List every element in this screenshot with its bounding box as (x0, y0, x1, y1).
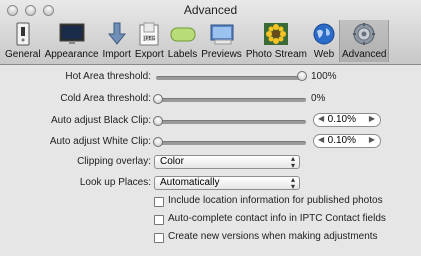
photo-stream-icon (263, 21, 289, 47)
include-location-checkbox[interactable] (154, 197, 164, 207)
export-document-icon: JPEG (136, 21, 162, 47)
tab-label: Advanced (341, 49, 387, 60)
black-clip-slider-knob[interactable] (153, 116, 163, 126)
white-clip-row: Auto adjust White Clip: (0, 136, 151, 150)
tab-import[interactable]: Import (101, 20, 133, 62)
clipping-overlay-value: Color (160, 156, 184, 167)
hot-area-value: 100% (311, 71, 337, 82)
switch-icon (10, 21, 36, 47)
tab-label: Appearance (44, 49, 99, 60)
window-chrome: Advanced General Appearance Import JPEG … (0, 0, 421, 65)
svg-text:JPEG: JPEG (143, 36, 156, 42)
decrement-icon[interactable]: ◀ (318, 114, 324, 123)
hot-area-label: Hot Area threshold: (65, 71, 151, 82)
white-clip-label: Auto adjust White Clip: (49, 136, 151, 147)
hot-area-row: Hot Area threshold: (0, 71, 151, 85)
label-tag-icon (170, 21, 196, 47)
cold-area-label: Cold Area threshold: (60, 93, 151, 104)
tab-web[interactable]: Web (309, 20, 339, 62)
increment-icon[interactable]: ▶ (369, 135, 375, 144)
look-up-places-label: Look up Places: (79, 177, 151, 188)
window-title: Advanced (183, 3, 238, 17)
tab-label: Import (102, 49, 131, 60)
tab-general[interactable]: General (3, 20, 43, 62)
include-location-label: Include location information for publish… (168, 195, 383, 206)
decrement-icon[interactable]: ◀ (318, 135, 324, 144)
white-clip-stepper[interactable]: ◀ 0.10% ▶ (313, 134, 381, 148)
tab-appearance[interactable]: Appearance (43, 20, 101, 62)
tab-label: Photo Stream (245, 49, 307, 60)
look-up-places-value: Automatically (160, 177, 220, 188)
increment-icon[interactable]: ▶ (369, 114, 375, 123)
tab-export[interactable]: JPEG Export (133, 20, 166, 62)
auto-complete-contact-label: Auto-complete contact info in IPTC Conta… (168, 213, 386, 224)
preferences-toolbar: General Appearance Import JPEG Export La… (3, 20, 390, 62)
hot-area-slider-knob[interactable] (297, 71, 307, 81)
tab-advanced[interactable]: Advanced (338, 20, 390, 62)
create-new-versions-checkbox[interactable] (154, 233, 164, 243)
clipping-overlay-row: Clipping overlay: (0, 156, 151, 170)
black-clip-value: 0.10% (327, 114, 356, 125)
previews-icon (209, 21, 235, 47)
white-clip-slider-knob[interactable] (153, 137, 163, 147)
tab-label: Export (134, 49, 164, 60)
cold-area-slider[interactable] (156, 98, 306, 102)
tab-previews[interactable]: Previews (199, 20, 244, 62)
advanced-gear-icon (351, 21, 377, 47)
white-clip-slider[interactable] (156, 141, 306, 145)
import-arrow-icon (104, 21, 130, 47)
auto-complete-contact-checkbox[interactable] (154, 215, 164, 225)
clipping-overlay-label: Clipping overlay: (77, 156, 151, 167)
hot-area-slider[interactable] (156, 76, 306, 80)
tab-photo-stream[interactable]: Photo Stream (244, 20, 309, 62)
white-clip-value: 0.10% (327, 135, 356, 146)
black-clip-stepper[interactable]: ◀ 0.10% ▶ (313, 113, 381, 127)
black-clip-label: Auto adjust Black Clip: (50, 115, 151, 126)
preferences-window: Advanced General Appearance Import JPEG … (0, 0, 421, 256)
black-clip-slider[interactable] (156, 120, 306, 124)
monitor-icon (59, 21, 85, 47)
tab-label: General (5, 49, 41, 60)
tab-label: Labels (167, 49, 198, 60)
updown-chevron-icon: ▴ ▾ (290, 175, 295, 191)
cold-area-value: 0% (311, 93, 326, 104)
clipping-overlay-popup[interactable]: Color ▴ ▾ (154, 154, 300, 170)
tab-label: Previews (201, 49, 242, 60)
create-new-versions-label: Create new versions when making adjustme… (168, 231, 378, 242)
cold-area-row: Cold Area threshold: (0, 93, 151, 107)
tab-labels[interactable]: Labels (166, 20, 199, 62)
look-up-places-popup[interactable]: Automatically ▴ ▾ (154, 175, 300, 191)
look-up-places-row: Look up Places: (0, 177, 151, 191)
black-clip-row: Auto adjust Black Clip: (0, 115, 151, 129)
web-globe-icon (311, 21, 337, 47)
tab-label: Web (313, 49, 335, 60)
updown-chevron-icon: ▴ ▾ (290, 154, 295, 170)
cold-area-slider-knob[interactable] (153, 94, 163, 104)
